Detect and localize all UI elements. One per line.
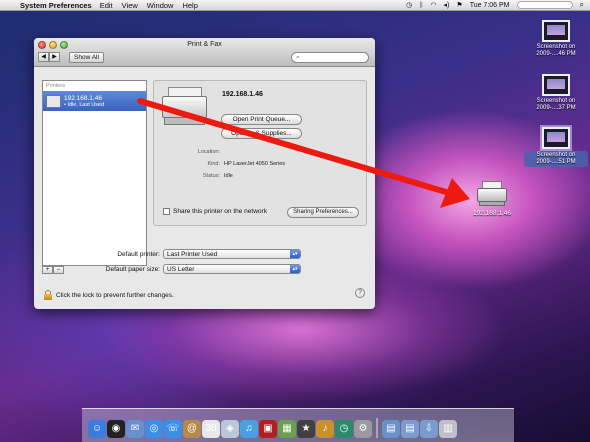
ical-icon[interactable]: 30 (202, 420, 220, 438)
screenshot-label-line2: 2009-....51 PM (536, 159, 576, 165)
itunes-icon[interactable]: ♫ (240, 420, 258, 438)
trash-icon[interactable]: ▥ (439, 420, 457, 438)
menu-extras: ◷ ᛒ ◠ ◂) ⚑ Tue 7:06 PM ⌕ (406, 0, 584, 10)
dock-separator (376, 418, 378, 438)
window-titlebar[interactable]: Print & Fax ◀ ▶ Show All ⌕ (34, 38, 375, 67)
printer-list-item[interactable]: 192.168.1.46 • Idle, Last Used (43, 91, 146, 111)
default-paper-value: US Letter (167, 265, 195, 273)
default-printer-row: Default printer: Last Printer Used ▴▾ (40, 249, 301, 259)
desktop-icon-label: Screenshot on 2009-....51 PM (524, 151, 588, 167)
dashboard-icon[interactable]: ◉ (107, 420, 125, 438)
printers-header: Printers (46, 83, 65, 89)
menu-bar: System Preferences Edit View Window Help… (0, 0, 590, 11)
share-printer-label: Share this printer on the network (173, 208, 267, 215)
screenshot-label-line2: 2009-....37 PM (536, 105, 576, 111)
screenshot-thumbnail-icon (540, 125, 572, 151)
volume-menu-icon[interactable]: ◂) (444, 1, 450, 9)
desktop-printer-icon[interactable]: 192.168.1.46 (463, 181, 521, 217)
printer-list[interactable]: Printers 192.168.1.46 • Idle, Last Used (42, 80, 147, 266)
spotlight-icon[interactable]: ⌕ (580, 0, 584, 10)
desktop-screenshot-icon[interactable]: Screenshot on 2009-....37 PM (524, 74, 588, 112)
open-print-queue-button[interactable]: Open Print Queue... (221, 114, 302, 125)
kind-value: HP LaserJet 4050 Series (224, 161, 286, 167)
preview-icon[interactable]: ◈ (221, 420, 239, 438)
desktop-printer-label: 192.168.1.46 (473, 210, 511, 217)
lock-text: Click the lock to prevent further change… (56, 291, 174, 299)
search-icon: ⌕ (296, 54, 300, 61)
menubar-search-field[interactable] (516, 1, 573, 9)
location-label: Location: (197, 149, 220, 155)
kind-label: Kind: (207, 161, 220, 167)
options-supplies-button[interactable]: Options & Supplies... (221, 128, 302, 139)
screenshot-label-line1: Screenshot on (536, 98, 576, 104)
share-printer-checkbox[interactable] (163, 208, 170, 215)
iphoto-icon[interactable]: ▦ (278, 420, 296, 438)
screenshot-label-line1: Screenshot on (536, 44, 576, 50)
desktop-icon-label: Screenshot on 2009-....46 PM (524, 44, 588, 58)
screenshot-thumbnail-icon (542, 74, 570, 96)
screenshot-label-line1: Screenshot on (536, 152, 576, 158)
dock: ☺ ◉ ✉ ◎ ☏ @30 ◈ ♫ ▣ ▦ ★ ♪ ◷ ⚙ ▤ ▤ ⇩ ▥ (82, 408, 514, 442)
menu-clock[interactable]: Tue 7:06 PM (470, 2, 510, 9)
desktop-icon-label: Screenshot on 2009-....37 PM (524, 98, 588, 112)
printer-detail-pane: 192.168.1.46 Open Print Queue... Options… (153, 80, 367, 226)
applications-folder-icon[interactable]: ▤ (382, 420, 400, 438)
printer-item-name: 192.168.1.46 (64, 94, 102, 102)
menu-view[interactable]: View (122, 1, 138, 10)
window-title: Print & Fax (187, 41, 222, 48)
lock-icon[interactable] (44, 290, 52, 300)
preferences-search-input[interactable]: ⌕ (291, 52, 369, 63)
menu-help[interactable]: Help (182, 1, 197, 10)
garageband-icon[interactable]: ♪ (316, 420, 334, 438)
default-paper-label: Default paper size: (105, 265, 160, 273)
default-printer-label: Default printer: (117, 250, 160, 258)
status-label: Status: (202, 173, 220, 179)
safari-icon[interactable]: ◎ (145, 420, 163, 438)
printer-icon (477, 181, 507, 207)
imovie-icon[interactable]: ★ (297, 420, 315, 438)
documents-folder-icon[interactable]: ▤ (401, 420, 419, 438)
default-printer-value: Last Printer Used (167, 250, 218, 258)
show-all-button[interactable]: Show All (69, 52, 104, 63)
default-paper-row: Default paper size: US Letter ▴▾ (40, 264, 301, 274)
downloads-folder-icon[interactable]: ⇩ (420, 420, 438, 438)
sharing-preferences-button[interactable]: Sharing Preferences... (287, 207, 359, 218)
printer-name: 192.168.1.46 (222, 91, 263, 98)
time-machine-icon[interactable]: ◷ (335, 420, 353, 438)
default-paper-select[interactable]: US Letter ▴▾ (163, 264, 301, 274)
lock-row: Click the lock to prevent further change… (44, 290, 174, 300)
printer-icon (46, 94, 61, 108)
menu-window[interactable]: Window (147, 1, 174, 10)
ichat-icon[interactable]: ☏ (164, 420, 182, 438)
desktop-screenshot-icon-selected[interactable]: Screenshot on 2009-....51 PM (524, 125, 588, 167)
system-preferences-icon[interactable]: ⚙ (354, 420, 372, 438)
address-book-icon[interactable]: @ (183, 420, 201, 438)
printer-item-status: • Idle, Last Used (64, 101, 105, 108)
finder-icon[interactable]: ☺ (88, 420, 106, 438)
nav-buttons: ◀ ▶ (38, 52, 60, 62)
mail-icon[interactable]: ✉ (126, 420, 144, 438)
select-arrows-icon: ▴▾ (290, 265, 300, 273)
back-button[interactable]: ◀ (38, 52, 49, 62)
bluetooth-menu-icon[interactable]: ᛒ (419, 2, 423, 9)
share-printer-row: Share this printer on the network (163, 208, 267, 215)
printer-icon (162, 85, 207, 127)
flag-menu-icon[interactable]: ⚑ (456, 1, 462, 9)
screenshot-label-line2: 2009-....46 PM (536, 51, 576, 57)
help-button[interactable]: ? (355, 288, 365, 298)
default-printer-select[interactable]: Last Printer Used ▴▾ (163, 249, 301, 259)
forward-button[interactable]: ▶ (49, 52, 60, 62)
desktop-screenshot-icon[interactable]: Screenshot on 2009-....46 PM (524, 20, 588, 58)
select-arrows-icon: ▴▾ (290, 250, 300, 258)
status-value: Idle (224, 173, 233, 179)
wifi-menu-icon[interactable]: ◠ (430, 1, 436, 9)
photo-booth-icon[interactable]: ▣ (259, 420, 277, 438)
menu-edit[interactable]: Edit (100, 1, 113, 10)
screenshot-thumbnail-icon (542, 20, 570, 42)
menu-app-name[interactable]: System Preferences (20, 1, 92, 10)
print-fax-window: Print & Fax ◀ ▶ Show All ⌕ Printers 192.… (34, 38, 375, 309)
time-machine-menu-icon[interactable]: ◷ (406, 1, 412, 9)
